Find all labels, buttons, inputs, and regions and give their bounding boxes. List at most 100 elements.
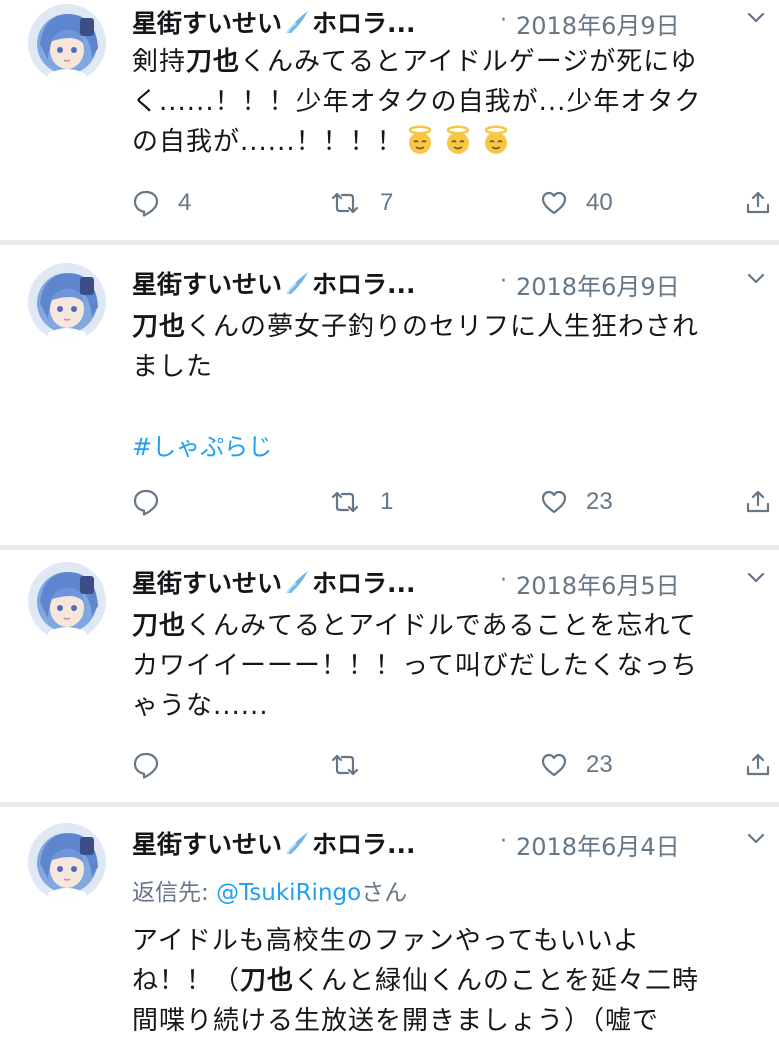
text-run: の自我が......！！！！ [132,127,404,157]
like-button[interactable]: 40 [540,186,613,220]
highlighted-text: 刀也 [132,312,187,342]
tweet-date[interactable]: 2018年6月4日 [516,827,680,862]
separator-dot: · [500,829,507,854]
tweet-text-line: 刀也くんみてるとアイドルであることを忘れて [132,606,772,646]
tweet-text-line: カワイイーーー！！！って叫びだしたくなっち [132,646,772,686]
angel-face-emoji [480,124,512,156]
comet-emoji [284,270,310,296]
share-button[interactable] [744,186,772,220]
tweet-actions: 4 7 40 [132,186,772,220]
tweet-text: 刀也くんの夢女子釣りのセリフに人生狂わされました [132,307,772,387]
reply-icon [132,189,160,217]
tweet-header: 星街すいせい ホロラ... · 2018年6月9日 [132,4,779,40]
separator-dot: · [500,568,507,593]
text-run: くんの夢女子釣りのセリフに人生狂わされ [186,312,700,342]
comet-emoji [284,9,310,35]
reply-button[interactable] [132,485,178,519]
like-count: 23 [586,488,613,515]
reply-button[interactable]: 4 [132,186,191,220]
text-run: く......！！！少年オタクの自我が...少年オタク [132,87,702,117]
tweet-text-line: ゃうな...... [132,686,772,726]
hashtag-link[interactable]: #しゃぷらじ [132,427,272,462]
avatar[interactable] [28,4,106,82]
tweet-date[interactable]: 2018年6月9日 [516,6,680,41]
reply-handle-link[interactable]: @TsukiRingo [216,880,361,906]
tweet-text-line: の自我が......！！！！ [132,122,772,162]
tweet-date[interactable]: 2018年6月9日 [516,267,680,302]
tweet-text-line: ね！！（刀也くんと緑仙くんのことを延々二時 [132,961,772,1001]
share-icon [744,751,772,779]
reply-icon [132,488,160,516]
tweet-header: 星街すいせい ホロラ... · 2018年6月4日 [132,825,779,861]
reply-icon [132,751,160,779]
text-run: ました [132,352,214,382]
text-run: くんと緑仙くんのことを延々二時 [294,966,700,996]
tweet-text: 刀也くんみてるとアイドルであることを忘れてカワイイーーー！！！って叫びだしたくな… [132,606,772,726]
retweet-count: 7 [380,189,394,216]
chevron-down-icon[interactable] [745,827,767,849]
separator-dot: · [500,269,507,294]
tweet-actions: 1 23 [132,485,772,519]
highlighted-text: 刀也 [186,47,241,77]
comet-emoji [284,569,310,595]
reply-button[interactable] [132,748,178,782]
avatar[interactable] [28,823,106,901]
tweet-text-line: ました [132,347,772,387]
tweet-header: 星街すいせい ホロラ... · 2018年6月9日 [132,265,779,301]
highlighted-text: 刀也 [132,611,187,641]
comet-emoji [284,830,310,856]
tweet[interactable]: 星街すいせい ホロラ... · 2018年6月9日 刀也くんの夢女子釣りのセリフに… [0,245,779,545]
share-icon [744,189,772,217]
timeline: 星街すいせい ホロラ... · 2018年6月9日 剣持刀也くんみてるとアイドルゲ… [0,0,779,1043]
tweet-text: アイドルも高校生のファンやってもいいよね！！（刀也くんと緑仙くんのことを延々二時… [132,921,772,1041]
retweet-icon [328,488,362,516]
retweet-icon [328,751,362,779]
reply-to-label: 返信先: [132,880,217,906]
reply-count: 4 [178,189,192,216]
display-name[interactable]: 星街すいせい ホロラ... [132,825,416,861]
reply-suffix: さん [361,880,408,906]
reply-context: 返信先: @TsukiRingoさん [132,873,407,907]
text-run: ね！！（ [132,966,241,996]
retweet-button[interactable] [328,748,380,782]
like-count: 23 [586,751,613,778]
share-icon [744,488,772,516]
display-name[interactable]: 星街すいせい ホロラ... [132,4,416,40]
like-icon [540,189,568,217]
tweet-date[interactable]: 2018年6月5日 [516,566,680,601]
retweet-button[interactable]: 1 [328,485,393,519]
tweet-text-line: 刀也くんの夢女子釣りのセリフに人生狂わされ [132,307,772,347]
tweet[interactable]: 星街すいせい ホロラ... · 2018年6月5日 刀也くんみてるとアイドルである… [0,550,779,802]
display-name[interactable]: 星街すいせい ホロラ... [132,564,416,600]
text-run: アイドルも高校生のファンやってもいいよ [132,926,641,956]
retweet-count: 1 [380,488,394,515]
display-name[interactable]: 星街すいせい ホロラ... [132,265,416,301]
chevron-down-icon[interactable] [745,566,767,588]
retweet-button[interactable]: 7 [328,186,393,220]
angel-face-emoji [404,124,436,156]
chevron-down-icon[interactable] [745,6,767,28]
tweet[interactable]: 星街すいせい ホロラ... · 2018年6月9日 剣持刀也くんみてるとアイドルゲ… [0,0,779,240]
avatar[interactable] [28,562,106,640]
like-icon [540,488,568,516]
text-run: カワイイーーー！！！って叫びだしたくなっち [132,651,698,681]
avatar[interactable] [28,263,106,341]
like-count: 40 [586,189,613,216]
separator-dot: · [500,8,507,33]
like-button[interactable]: 23 [540,485,613,519]
text-run: くんみてるとアイドルであることを忘れて [186,611,697,641]
retweet-icon [328,189,362,217]
text-run: 剣持 [132,47,187,77]
tweet[interactable]: 星街すいせい ホロラ... · 2018年6月4日 返信先: @TsukiRing… [0,807,779,1043]
tweet-text-line: 間喋り続ける生放送を開きましょう）（嘘で [132,1001,772,1041]
tweet-actions: 23 [132,748,772,782]
chevron-down-icon[interactable] [745,267,767,289]
like-button[interactable]: 23 [540,748,613,782]
tweet-header: 星街すいせい ホロラ... · 2018年6月5日 [132,564,779,600]
share-button[interactable] [744,748,772,782]
share-button[interactable] [744,485,772,519]
tweet-text-line: 剣持刀也くんみてるとアイドルゲージが死にゆ [132,42,772,82]
text-run: ゃうな...... [132,691,269,721]
tweet-text: 剣持刀也くんみてるとアイドルゲージが死にゆく......！！！少年オタクの自我が… [132,42,772,162]
like-icon [540,751,568,779]
